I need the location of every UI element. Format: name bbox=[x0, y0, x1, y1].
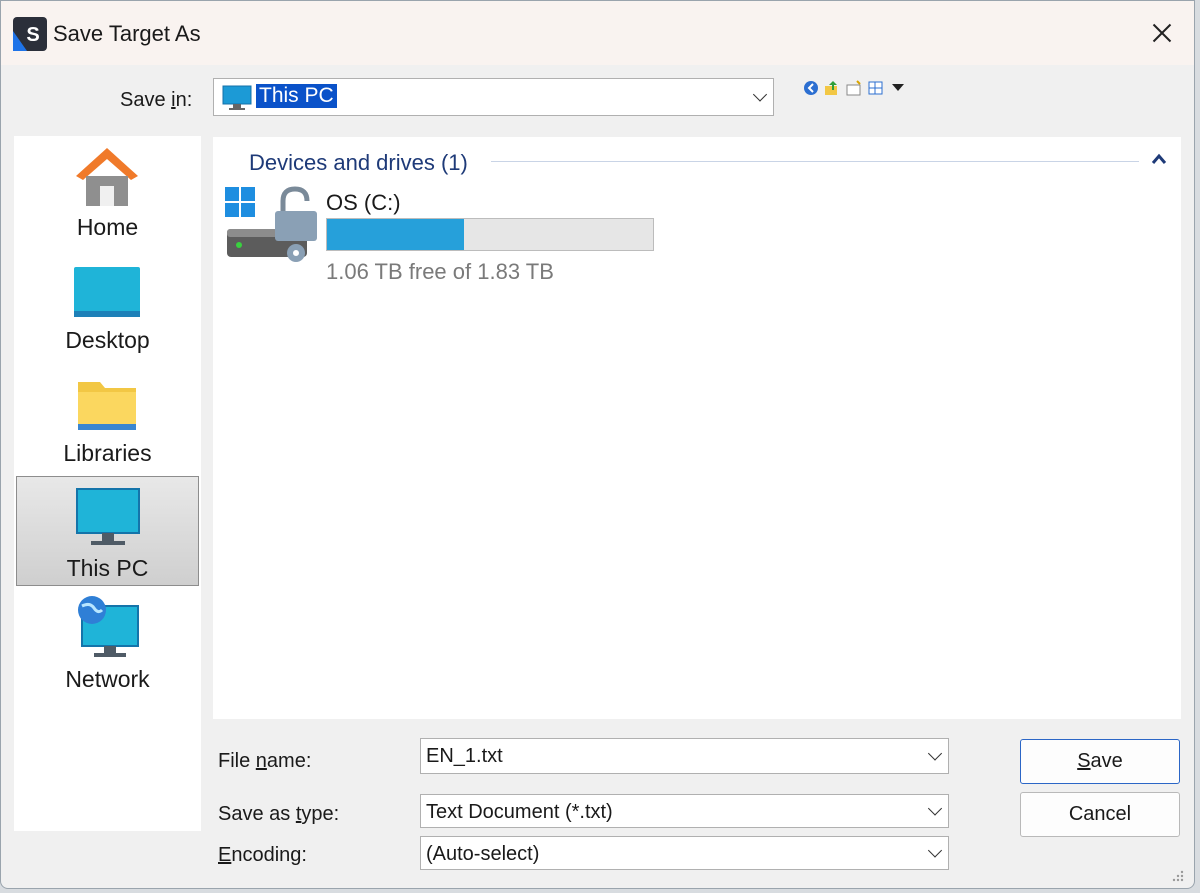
file-list-view[interactable]: Devices and drives (1) OS (C:) 1.06 TB f… bbox=[213, 137, 1181, 719]
chevron-down-icon[interactable] bbox=[927, 746, 943, 761]
save-button[interactable]: Save bbox=[1020, 739, 1180, 784]
save-as-type-label: Save as type: bbox=[218, 803, 340, 825]
drive-lock-icon bbox=[225, 186, 317, 262]
places-bar: Home Desktop Libraries This PC Network bbox=[14, 136, 201, 831]
place-label: Home bbox=[76, 214, 139, 240]
this-pc-icon bbox=[222, 85, 252, 110]
encoding-label: Encoding: bbox=[218, 844, 307, 866]
save-in-dropdown[interactable]: This PC bbox=[213, 78, 774, 116]
svg-text:S: S bbox=[26, 24, 39, 46]
desktop-icon bbox=[74, 267, 140, 317]
place-network[interactable]: Network bbox=[16, 588, 199, 698]
app-icon: S bbox=[13, 17, 47, 51]
resize-grip-icon[interactable] bbox=[1170, 868, 1184, 882]
caret-down-icon[interactable] bbox=[889, 80, 907, 96]
save-target-as-dialog: S Save Target As Save in: This PC Home D… bbox=[0, 0, 1195, 889]
new-folder-icon[interactable] bbox=[845, 80, 863, 96]
encoding-value: (Auto-select) bbox=[426, 843, 540, 865]
chevron-down-icon[interactable] bbox=[927, 801, 943, 816]
chevron-down-icon[interactable] bbox=[927, 843, 943, 858]
close-button[interactable] bbox=[1144, 15, 1180, 51]
place-label: This PC bbox=[66, 555, 149, 581]
back-icon[interactable] bbox=[803, 80, 821, 96]
drive-free-space: 1.06 TB free of 1.83 TB bbox=[326, 259, 554, 284]
file-name-value[interactable]: EN_1.txt bbox=[426, 745, 503, 768]
up-folder-icon[interactable] bbox=[823, 80, 841, 96]
place-desktop[interactable]: Desktop bbox=[16, 249, 199, 359]
drive-usage-fill bbox=[327, 219, 464, 250]
place-label: Network bbox=[65, 666, 150, 692]
chevron-down-icon[interactable] bbox=[752, 87, 768, 102]
save-as-type-value: Text Document (*.txt) bbox=[426, 801, 613, 823]
place-label: Libraries bbox=[63, 440, 152, 466]
file-name-label: File name: bbox=[218, 750, 312, 772]
place-home[interactable]: Home bbox=[16, 136, 199, 246]
save-as-type-dropdown[interactable]: Text Document (*.txt) bbox=[420, 794, 949, 828]
collapse-icon[interactable] bbox=[1151, 153, 1167, 165]
view-menu-icon[interactable] bbox=[867, 80, 885, 96]
window-title: Save Target As bbox=[53, 21, 201, 46]
group-header[interactable]: Devices and drives (1) bbox=[249, 150, 468, 176]
save-in-label: Save in: bbox=[120, 89, 193, 111]
this-pc-icon bbox=[76, 488, 140, 545]
place-libraries[interactable]: Libraries bbox=[16, 362, 199, 472]
file-name-input[interactable]: EN_1.txt bbox=[420, 738, 949, 774]
navigation-toolbar bbox=[803, 80, 913, 98]
cancel-button[interactable]: Cancel bbox=[1020, 792, 1180, 837]
group-divider bbox=[491, 161, 1139, 162]
network-icon bbox=[78, 596, 139, 657]
place-label: Desktop bbox=[65, 327, 150, 353]
place-this-pc[interactable]: This PC bbox=[16, 476, 199, 586]
save-in-value: This PC bbox=[256, 84, 337, 108]
libraries-icon bbox=[78, 382, 136, 430]
drive-name: OS (C:) bbox=[326, 190, 401, 215]
drive-usage-bar bbox=[326, 218, 654, 251]
encoding-dropdown[interactable]: (Auto-select) bbox=[420, 836, 949, 870]
home-icon bbox=[76, 148, 138, 206]
title-bar: S Save Target As bbox=[1, 1, 1194, 65]
